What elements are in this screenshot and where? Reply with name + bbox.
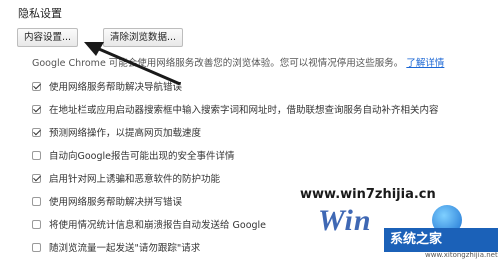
- option-label: 使用网络服务帮助解决导航错误: [49, 82, 183, 93]
- option-label: 随浏览流量一起发送"请勿跟踪"请求: [49, 243, 201, 254]
- option-row[interactable]: 将使用情况统计信息和崩溃报告自动发送给 Google: [32, 216, 266, 232]
- option-label: 自动向Google报告可能出现的安全事件详情: [49, 151, 235, 162]
- option-checkbox[interactable]: [32, 219, 41, 229]
- option-checkbox[interactable]: [32, 242, 41, 252]
- option-label: 启用针对网上诱骗和恶意软件的防护功能: [49, 174, 221, 185]
- option-label: 将使用情况统计信息和崩溃报告自动发送给 Google: [49, 220, 267, 231]
- watermark-site-name: 系统之家: [384, 228, 498, 252]
- content-settings-button[interactable]: 内容设置...: [17, 28, 79, 47]
- option-row[interactable]: 随浏览流量一起发送"请勿跟踪"请求: [32, 239, 200, 255]
- watermark-logo-text: Win: [318, 204, 372, 237]
- option-checkbox[interactable]: [32, 196, 41, 206]
- section-title: 隐私设置: [18, 7, 62, 20]
- option-row[interactable]: 启用针对网上诱骗和恶意软件的防护功能: [32, 170, 220, 186]
- option-label: 在地址栏或应用启动器搜索框中输入搜索字词和网址时，借助联想查询服务自动补齐相关内…: [49, 105, 439, 116]
- description-text: Google Chrome 可能会使用网络服务改善您的浏览体验。您可以视情况停用…: [32, 58, 404, 69]
- option-row[interactable]: 使用网络服务帮助解决导航错误: [32, 78, 182, 94]
- clear-browsing-data-button[interactable]: 清除浏览数据...: [103, 28, 184, 47]
- privacy-description: Google Chrome 可能会使用网络服务改善您的浏览体验。您可以视情况停用…: [32, 55, 444, 69]
- option-row[interactable]: 预测网络操作，以提高网页加载速度: [32, 124, 201, 140]
- option-row[interactable]: 自动向Google报告可能出现的安全事件详情: [32, 147, 235, 163]
- option-checkbox[interactable]: [32, 81, 41, 91]
- option-label: 使用网络服务帮助解决拼写错误: [49, 197, 183, 208]
- option-checkbox[interactable]: [32, 150, 41, 160]
- option-label: 预测网络操作，以提高网页加载速度: [49, 128, 202, 139]
- learn-more-link[interactable]: 了解详情: [406, 58, 444, 69]
- watermark-site-url: www.xitongzhijia.net: [425, 251, 498, 259]
- option-checkbox[interactable]: [32, 104, 41, 114]
- option-row[interactable]: 使用网络服务帮助解决拼写错误: [32, 193, 182, 209]
- option-row[interactable]: 在地址栏或应用启动器搜索框中输入搜索字词和网址时，借助联想查询服务自动补齐相关内…: [32, 101, 439, 117]
- option-checkbox[interactable]: [32, 173, 41, 183]
- watermark-url: www.win7zhijia.cn: [300, 187, 436, 202]
- option-checkbox[interactable]: [32, 127, 41, 137]
